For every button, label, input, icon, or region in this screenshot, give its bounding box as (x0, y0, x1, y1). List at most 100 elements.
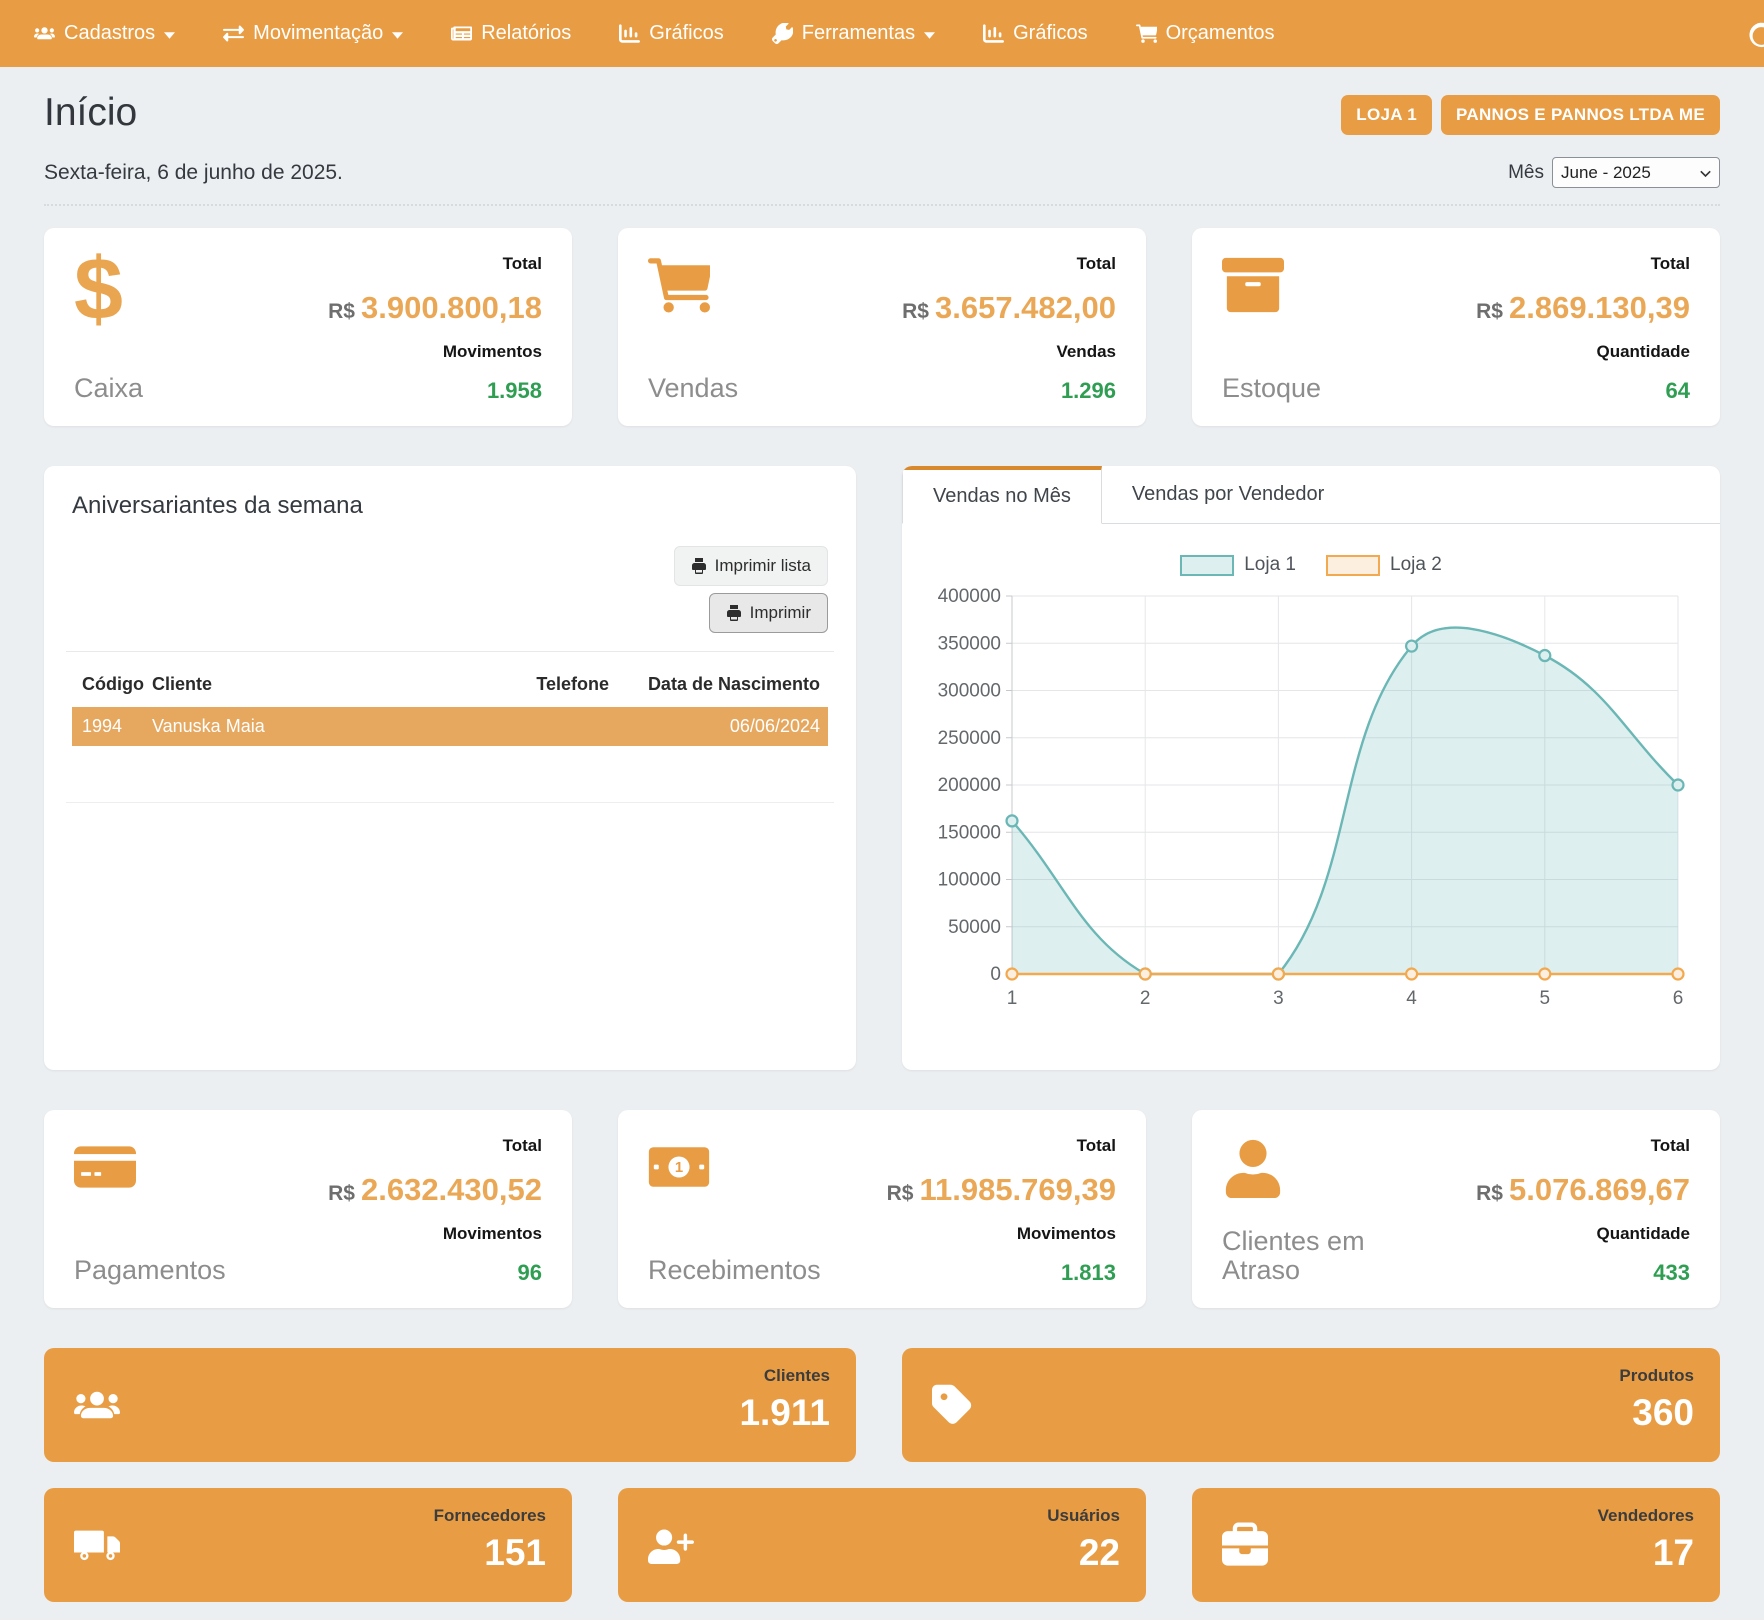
banner-label: Clientes (764, 1366, 830, 1386)
legend-label: Loja 2 (1390, 554, 1442, 576)
legend-item-loja2[interactable]: Loja 2 (1326, 554, 1442, 576)
divider (66, 651, 834, 652)
total-amount: R$3.900.800,18 (328, 290, 542, 326)
tag-icon (932, 1383, 978, 1434)
tab-vendas-no-mes[interactable]: Vendas no Mês (902, 466, 1102, 524)
banner-label: Fornecedores (434, 1506, 546, 1526)
banner-label: Produtos (1619, 1366, 1694, 1386)
month-select[interactable]: June - 2025 (1552, 157, 1720, 188)
svg-text:150000: 150000 (938, 822, 1001, 843)
total-amount: R$11.985.769,39 (887, 1172, 1116, 1208)
banner-usuarios[interactable]: Usuários 22 (618, 1488, 1146, 1602)
cell-telefone (503, 707, 613, 746)
stat-card-estoque: Estoque Total R$2.869.130,39 Quantidade … (1192, 228, 1720, 426)
legend-swatch-loja1 (1180, 555, 1234, 576)
tab-vendas-por-vendedor[interactable]: Vendas por Vendedor (1102, 466, 1354, 523)
svg-text:50000: 50000 (948, 917, 1001, 938)
store-badge[interactable]: LOJA 1 (1341, 95, 1432, 135)
banner-clientes[interactable]: Clientes 1.911 (44, 1348, 856, 1462)
nav-label: Movimentação (253, 22, 383, 45)
svg-text:2: 2 (1140, 988, 1151, 1009)
print-list-button[interactable]: Imprimir lista (674, 546, 828, 586)
stat-card-label: Clientes em Atraso (1222, 1227, 1397, 1286)
cell-nascimento: 06/06/2024 (613, 707, 828, 746)
total-amount: R$5.076.869,67 (1476, 1172, 1690, 1208)
stat-card-clientes-em-atraso: Clientes em Atraso Total R$5.076.869,67 … (1192, 1110, 1720, 1308)
banner-produtos[interactable]: Produtos 360 (902, 1348, 1720, 1462)
company-badge[interactable]: PANNOS E PANNOS LTDA ME (1441, 95, 1720, 135)
refresh-icon[interactable] (1747, 20, 1764, 55)
nav-item-movimentacao[interactable]: Movimentação (223, 22, 403, 45)
amount-value: 2.632.430,52 (361, 1172, 542, 1207)
sub-label: Movimentos (443, 342, 542, 362)
stat-card-vendas: Vendas Total R$3.657.482,00 Vendas 1.296 (618, 228, 1146, 426)
top-navbar: Cadastros Movimentação Relatórios Gráfic… (0, 0, 1764, 67)
printer-icon (691, 558, 707, 574)
current-date: Sexta-feira, 6 de junho de 2025. (44, 161, 343, 185)
wrench-icon (772, 23, 793, 44)
sub-value: 64 (1666, 378, 1690, 404)
legend-label: Loja 1 (1244, 554, 1296, 576)
archive-box-icon (1222, 254, 1321, 321)
nav-label: Gráficos (1013, 22, 1087, 45)
exchange-icon (223, 23, 244, 44)
total-amount: R$3.657.482,00 (902, 290, 1116, 326)
banner-label: Usuários (1047, 1506, 1120, 1526)
stat-card-label: Pagamentos (74, 1256, 226, 1286)
currency-prefix: R$ (1476, 300, 1503, 323)
report-icon (451, 23, 472, 44)
table-row[interactable]: 1994 Vanuska Maia 06/06/2024 (72, 707, 828, 746)
legend-swatch-loja2 (1326, 555, 1380, 576)
banner-label: Vendedores (1598, 1506, 1694, 1526)
column-header-telefone: Telefone (503, 658, 613, 707)
nav-label: Cadastros (64, 22, 155, 45)
birthdays-panel: Aniversariantes da semana Imprimir lista… (44, 466, 856, 1070)
nav-item-graficos-1[interactable]: Gráficos (619, 22, 723, 45)
nav-item-relatorios[interactable]: Relatórios (451, 22, 571, 45)
users-icon (74, 1383, 120, 1434)
amount-value: 3.900.800,18 (361, 290, 542, 325)
money-bill-icon: 1 (648, 1136, 821, 1203)
total-label: Total (1077, 1136, 1116, 1156)
banner-fornecedores[interactable]: Fornecedores 151 (44, 1488, 572, 1602)
currency-prefix: R$ (902, 300, 929, 323)
currency-prefix: R$ (887, 1182, 914, 1205)
nav-item-cadastros[interactable]: Cadastros (34, 22, 175, 45)
nav-label: Orçamentos (1166, 22, 1275, 45)
stat-card-caixa: $ Caixa Total R$3.900.800,18 Movimentos … (44, 228, 572, 426)
column-header-codigo: Código (72, 658, 148, 707)
money-one-glyph: 1 (675, 1160, 683, 1176)
sales-line-chart: 0500001000001500002000002500003000003500… (920, 580, 1702, 1027)
total-amount: R$2.632.430,52 (328, 1172, 542, 1208)
banner-value: 1.911 (739, 1392, 830, 1434)
svg-text:350000: 350000 (938, 633, 1001, 654)
svg-text:400000: 400000 (938, 586, 1001, 607)
stat-card-label: Vendas (648, 374, 738, 404)
nav-item-ferramentas[interactable]: Ferramentas (772, 22, 935, 45)
sub-label: Movimentos (1017, 1224, 1116, 1244)
print-label: Imprimir (750, 603, 811, 623)
banner-vendedores[interactable]: Vendedores 17 (1192, 1488, 1720, 1602)
svg-text:0: 0 (990, 964, 1001, 985)
total-label: Total (1651, 254, 1690, 274)
stat-card-label: Recebimentos (648, 1256, 821, 1286)
stat-card-label: Estoque (1222, 374, 1321, 404)
total-label: Total (503, 1136, 542, 1156)
banner-value: 17 (1653, 1532, 1694, 1574)
legend-item-loja1[interactable]: Loja 1 (1180, 554, 1296, 576)
sub-value: 1.296 (1061, 378, 1116, 404)
print-button[interactable]: Imprimir (709, 593, 828, 633)
month-label: Mês (1508, 162, 1544, 184)
cell-codigo: 1994 (72, 707, 148, 746)
nav-item-graficos-2[interactable]: Gráficos (983, 22, 1087, 45)
svg-text:300000: 300000 (938, 681, 1001, 702)
sub-value: 433 (1653, 1260, 1690, 1286)
sub-label: Quantidade (1596, 1224, 1690, 1244)
sub-value: 96 (518, 1260, 542, 1286)
nav-item-orcamentos[interactable]: Orçamentos (1136, 22, 1275, 45)
credit-card-icon (74, 1136, 226, 1203)
column-header-nascimento: Data de Nascimento (613, 658, 828, 707)
birthdays-table: Código Cliente Telefone Data de Nascimen… (72, 658, 828, 746)
sub-value: 1.813 (1061, 1260, 1116, 1286)
divider (66, 802, 834, 803)
